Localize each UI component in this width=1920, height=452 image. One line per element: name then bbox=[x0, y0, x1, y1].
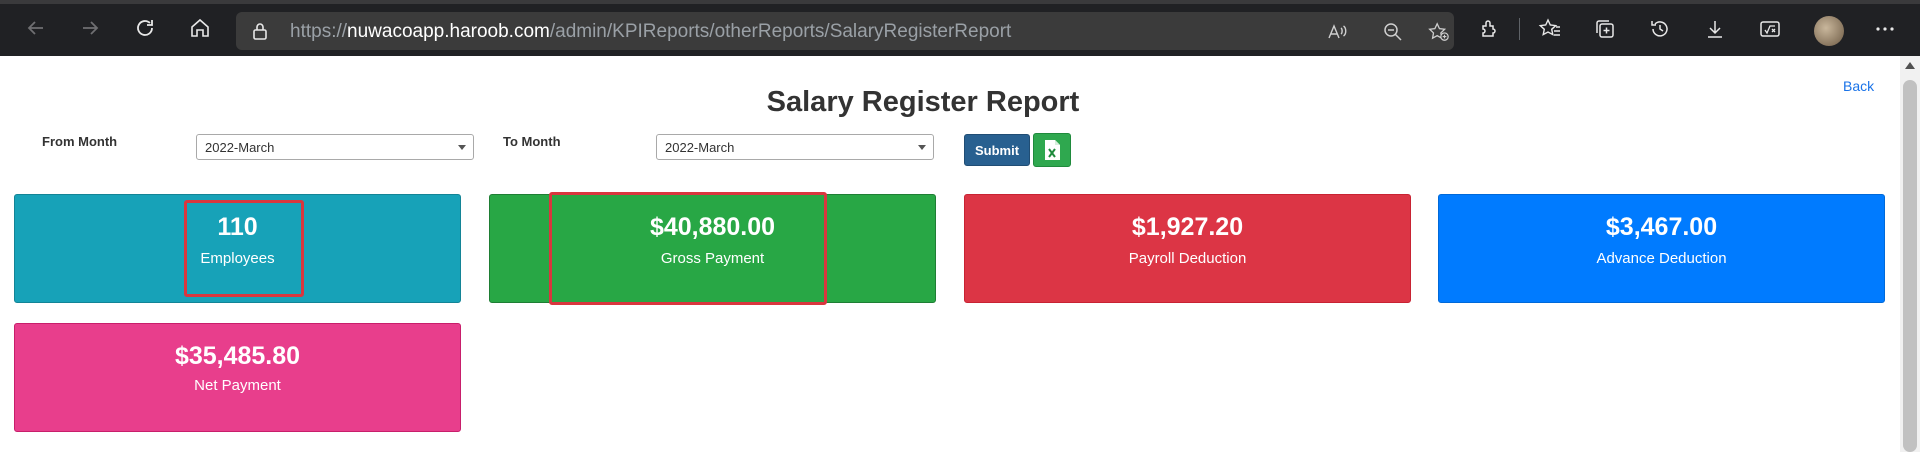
downloads-icon[interactable] bbox=[1702, 16, 1728, 42]
to-month-value: 2022-March bbox=[665, 140, 735, 155]
chevron-down-icon bbox=[458, 145, 466, 150]
tab-strip-edge bbox=[0, 0, 1920, 4]
scroll-up-arrow-icon[interactable] bbox=[1905, 62, 1915, 69]
refresh-icon[interactable] bbox=[131, 14, 159, 42]
net-payment-card: $35,485.80 Net Payment bbox=[14, 323, 461, 432]
advance-deduction-value: $3,467.00 bbox=[1605, 213, 1718, 241]
from-month-label: From Month bbox=[42, 134, 118, 149]
from-month-value: 2022-March bbox=[205, 140, 275, 155]
favorites-icon[interactable] bbox=[1537, 16, 1563, 42]
net-payment-value: $35,485.80 bbox=[174, 342, 301, 370]
net-payment-label: Net Payment bbox=[194, 377, 281, 394]
math-solver-icon[interactable] bbox=[1757, 16, 1783, 42]
lock-icon[interactable] bbox=[250, 21, 270, 41]
collections-icon[interactable] bbox=[1592, 16, 1618, 42]
excel-icon bbox=[1045, 140, 1060, 160]
toolbar-divider bbox=[1519, 18, 1520, 40]
employees-highlight-box bbox=[184, 200, 304, 297]
address-bar[interactable]: https://nuwacoapp.haroob.com/admin/KPIRe… bbox=[236, 12, 1454, 50]
scrollbar-thumb[interactable] bbox=[1903, 80, 1917, 452]
payroll-deduction-value: $1,927.20 bbox=[1131, 213, 1244, 241]
add-favorite-icon[interactable] bbox=[1428, 21, 1450, 43]
more-icon[interactable] bbox=[1872, 16, 1898, 42]
gross-payment-highlight-box bbox=[549, 192, 827, 305]
advance-deduction-card: $3,467.00 Advance Deduction bbox=[1438, 194, 1885, 303]
page-title: Salary Register Report bbox=[766, 86, 1080, 118]
to-month-label: To Month bbox=[503, 134, 561, 149]
advance-deduction-label: Advance Deduction bbox=[1596, 250, 1727, 267]
payroll-deduction-card: $1,927.20 Payroll Deduction bbox=[964, 194, 1411, 303]
url-host: nuwacoapp.haroob.com bbox=[347, 21, 550, 42]
forward-icon[interactable] bbox=[76, 14, 104, 42]
back-icon[interactable] bbox=[22, 14, 50, 42]
extensions-icon[interactable] bbox=[1477, 16, 1503, 42]
read-aloud-icon[interactable] bbox=[1326, 21, 1348, 43]
back-link[interactable]: Back bbox=[1843, 78, 1874, 94]
url-path: /admin/KPIReports/otherReports/SalaryReg… bbox=[549, 21, 1012, 42]
history-icon[interactable] bbox=[1647, 16, 1673, 42]
browser-toolbar: https://nuwacoapp.haroob.com/admin/KPIRe… bbox=[0, 0, 1920, 56]
page-scrollbar[interactable] bbox=[1900, 56, 1920, 452]
report-page: Salary Register Report Back From Month 2… bbox=[0, 56, 1900, 452]
chevron-down-icon bbox=[918, 145, 926, 150]
submit-button[interactable]: Submit bbox=[964, 134, 1030, 166]
profile-avatar[interactable] bbox=[1814, 16, 1844, 46]
zoom-out-icon[interactable] bbox=[1382, 21, 1404, 43]
payroll-deduction-label: Payroll Deduction bbox=[1128, 250, 1247, 267]
url-prefix: https:// bbox=[290, 21, 348, 42]
export-excel-button[interactable] bbox=[1033, 133, 1071, 167]
from-month-select[interactable]: 2022-March bbox=[196, 134, 474, 160]
home-icon[interactable] bbox=[186, 14, 214, 42]
url-text[interactable]: https://nuwacoapp.haroob.com/admin/KPIRe… bbox=[290, 21, 1011, 43]
to-month-select[interactable]: 2022-March bbox=[656, 134, 934, 160]
